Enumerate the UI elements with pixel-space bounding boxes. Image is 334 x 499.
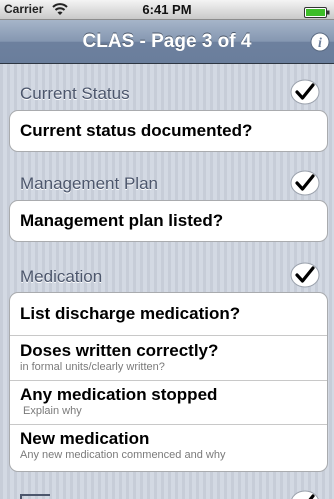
current-status-group: Current status documented? xyxy=(9,110,328,152)
info-icon[interactable]: i xyxy=(310,32,330,57)
section-header-current-status: Current Status xyxy=(20,84,130,103)
item-title: Current status documented? xyxy=(20,121,253,140)
item-subtitle: Explain why xyxy=(23,405,82,417)
section-header-medication: Medication xyxy=(20,267,103,286)
list-item[interactable]: List discharge medication? xyxy=(10,293,327,336)
item-title: Doses written correctly? xyxy=(20,341,219,360)
checkmark-icon[interactable] xyxy=(290,170,320,201)
page-title: CLAS - Page 3 of 4 xyxy=(82,31,252,52)
next-section-header-peek xyxy=(20,490,60,499)
item-title: New medication xyxy=(20,429,150,448)
list-item[interactable]: Current status documented? xyxy=(10,111,327,151)
item-subtitle: in formal units/clearly written? xyxy=(20,361,165,373)
item-title: List discharge medication? xyxy=(20,304,241,323)
status-time: 6:41 PM xyxy=(142,2,192,17)
section-header-management-plan: Management Plan xyxy=(20,174,158,193)
list-item[interactable]: New medication Any new medication commen… xyxy=(10,425,327,471)
status-bar: Carrier 6:41 PM xyxy=(0,0,334,20)
svg-text:i: i xyxy=(318,36,322,51)
checkmark-icon[interactable] xyxy=(290,490,320,499)
item-title: Any medication stopped xyxy=(20,385,218,404)
list-item[interactable]: Doses written correctly? in formal units… xyxy=(10,336,327,381)
item-subtitle: Any new medication commenced and why xyxy=(20,449,226,461)
medication-group: List discharge medication? Doses written… xyxy=(9,292,328,472)
truncated-glyph xyxy=(20,494,50,499)
management-plan-group: Management plan listed? xyxy=(9,200,328,242)
checkmark-icon[interactable] xyxy=(290,262,320,293)
list-item[interactable]: Management plan listed? xyxy=(10,201,327,241)
list-item[interactable]: Any medication stopped Explain why xyxy=(10,381,327,425)
item-title: Management plan listed? xyxy=(20,211,224,230)
navigation-bar: CLAS - Page 3 of 4 i xyxy=(0,20,334,64)
checkmark-icon[interactable] xyxy=(290,79,320,110)
